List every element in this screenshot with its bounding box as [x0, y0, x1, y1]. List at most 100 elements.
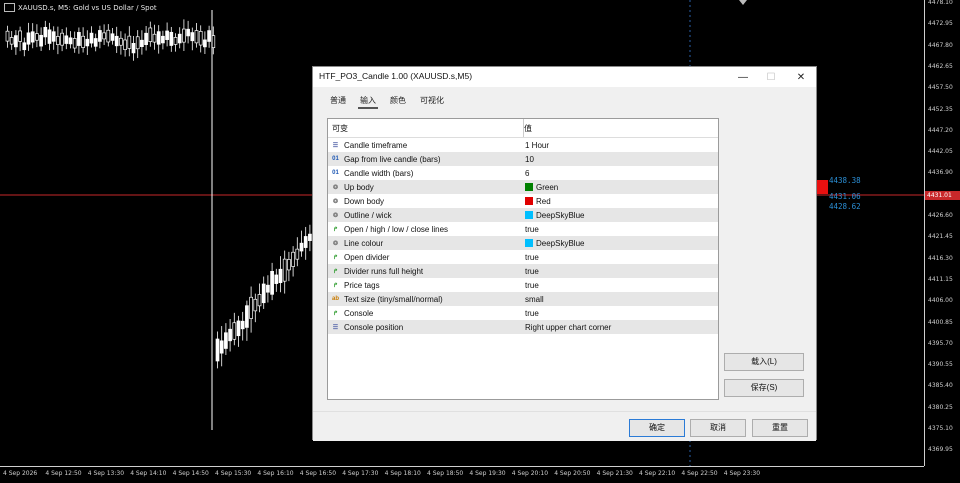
table-row[interactable]: ☰ Candle timeframe 1 Hour: [328, 138, 718, 152]
price-axis-label: 4426.60: [928, 212, 953, 219]
table-row[interactable]: 01 Candle width (bars) 6: [328, 166, 718, 180]
price-tag-1: 4438.38: [829, 176, 861, 185]
table-row[interactable]: ↱ Divider runs full height true: [328, 264, 718, 278]
row-name: Divider runs full height: [344, 266, 424, 276]
candle-body: [261, 283, 266, 304]
dialog-titlebar[interactable]: HTF_PO3_Candle 1.00 (XAUUSD.s,M5) — ☐ ✕: [313, 67, 816, 87]
time-axis-label: 4 Sep 16:10: [257, 470, 294, 477]
candle-body: [127, 35, 132, 49]
row-value-text: true: [525, 224, 539, 234]
candle-body: [236, 320, 241, 337]
inputs-table[interactable]: 可变 值 ☰ Candle timeframe 1 Hour 01 Gap from l…: [327, 118, 719, 400]
candle-body: [114, 35, 119, 47]
row-name: Candle timeframe: [344, 140, 408, 150]
candle-body: [291, 251, 295, 267]
row-value[interactable]: small: [524, 295, 544, 304]
price-axis-label: 4467.80: [928, 41, 953, 49]
table-row[interactable]: ❂ Down body Red: [328, 194, 718, 208]
tab-visualization[interactable]: 可视化: [413, 93, 451, 109]
candle-body: [274, 274, 279, 284]
table-row[interactable]: ab Text size (tiny/small/normal) small: [328, 292, 718, 306]
candle-body: [266, 284, 270, 293]
time-axis-label: 4 Sep 14:10: [130, 470, 167, 477]
maximize-icon[interactable]: ☐: [759, 69, 783, 85]
candle-body: [22, 42, 27, 51]
table-row[interactable]: ↱ Price tags true: [328, 278, 718, 292]
row-value-text: 6: [525, 168, 530, 178]
table-row[interactable]: ❂ Outline / wick DeepSkyBlue: [328, 208, 718, 222]
candle-body: [140, 39, 144, 47]
time-axis-label: 4 Sep 22:50: [681, 470, 718, 477]
time-axis-label: 4 Sep 20:50: [554, 470, 591, 477]
candle-body: [102, 32, 106, 40]
reset-button[interactable]: 重置: [752, 419, 808, 437]
row-value[interactable]: true: [524, 267, 539, 276]
row-value[interactable]: DeepSkyBlue: [524, 211, 584, 220]
row-value-text: Green: [536, 182, 559, 192]
cancel-button[interactable]: 取消: [690, 419, 746, 437]
row-value[interactable]: true: [524, 225, 539, 234]
table-row[interactable]: ↱ Open divider true: [328, 250, 718, 264]
tab-colors[interactable]: 颜色: [383, 93, 413, 109]
row-value[interactable]: true: [524, 309, 539, 318]
candle-body: [257, 294, 262, 307]
chart-symbol-label: XAUUSD.s, M5: Gold vs US Dollar / Spot: [18, 3, 157, 12]
candle-body: [224, 332, 228, 349]
row-value[interactable]: Green: [524, 183, 558, 192]
price-axis-label: 4478.10: [928, 0, 953, 6]
row-value[interactable]: Red: [524, 197, 551, 206]
row-value[interactable]: true: [524, 253, 539, 262]
close-icon[interactable]: ✕: [789, 69, 813, 85]
candle-body: [77, 32, 81, 46]
table-row[interactable]: ↱ Open / high / low / close lines true: [328, 222, 718, 236]
row-value[interactable]: true: [524, 281, 539, 290]
candle-body: [60, 32, 64, 46]
candle-body: [169, 31, 174, 46]
ok-button[interactable]: 确定: [629, 419, 685, 437]
color-swatch: [525, 239, 533, 247]
candle-body: [51, 31, 56, 42]
table-row[interactable]: ↱ Console true: [328, 306, 718, 320]
row-name: Down body: [344, 196, 385, 206]
time-axis-label: 4 Sep 21:30: [596, 470, 633, 477]
candle-body: [198, 31, 203, 46]
time-axis-label: 4 Sep 22:10: [639, 470, 676, 477]
price-axis-label: 4390.55: [928, 361, 953, 369]
tab-common[interactable]: 普通: [323, 93, 353, 109]
candle-body: [282, 258, 287, 282]
row-value[interactable]: DeepSkyBlue: [524, 239, 584, 248]
row-value[interactable]: 10: [524, 155, 534, 164]
table-header: 可变 值: [328, 119, 718, 138]
row-value[interactable]: 1 Hour: [524, 141, 549, 150]
int-icon: 01: [332, 170, 339, 176]
candle-body: [249, 296, 253, 319]
candle-body: [148, 27, 153, 42]
row-variable: ☰ Console position: [328, 323, 524, 332]
row-value[interactable]: 6: [524, 169, 529, 178]
price-axis-label: 4380.25: [928, 403, 953, 411]
candle-body: [26, 32, 31, 45]
candle-body: [194, 30, 199, 44]
time-axis-label: 4 Sep 18:50: [427, 470, 464, 477]
bool-icon: ↱: [332, 310, 339, 317]
save-button[interactable]: 保存(S): [724, 379, 804, 397]
table-row[interactable]: ❂ Line colour DeepSkyBlue: [328, 236, 718, 250]
candle-body: [207, 30, 211, 42]
table-row[interactable]: 01 Gap from live candle (bars) 10: [328, 152, 718, 166]
load-button[interactable]: 载入(L): [724, 353, 804, 371]
tab-inputs[interactable]: 输入: [353, 93, 383, 109]
table-row[interactable]: ❂ Up body Green: [328, 180, 718, 194]
candle-body: [182, 28, 186, 43]
row-variable: 01 Candle width (bars): [328, 169, 524, 178]
candle-body: [64, 35, 69, 44]
candle-body: [299, 242, 304, 252]
row-name: Open divider: [344, 252, 390, 262]
minimize-icon[interactable]: —: [731, 69, 755, 85]
candle-body: [308, 233, 312, 242]
table-row[interactable]: ☰ Console position Right upper chart corne…: [328, 320, 718, 334]
candle-body: [177, 33, 182, 44]
row-value[interactable]: Right upper chart corner: [524, 323, 611, 332]
time-axis-label: 4 Sep 12:50: [45, 470, 82, 477]
color-icon: ❂: [332, 198, 339, 205]
price-axis-label: 4411.15: [928, 275, 953, 283]
